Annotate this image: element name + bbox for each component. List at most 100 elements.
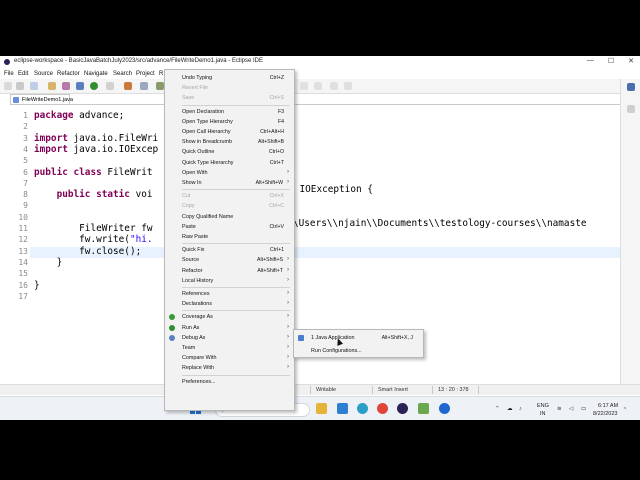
menu-item-quick-type-hierarchy[interactable]: Quick Type Hierarchy Ctrl+T xyxy=(165,158,294,168)
menu-item-undo-typing[interactable]: Undo Typing Ctrl+Z xyxy=(165,73,294,83)
menu-separator xyxy=(182,189,290,191)
code-line: fw.write("hi. xyxy=(34,234,152,245)
menu-item-shortcut: Ctrl+X xyxy=(269,193,284,200)
status-cursor-position: 13 : 20 : 378 xyxy=(438,387,469,393)
menu-item-label: Open Call Hierarchy xyxy=(182,129,231,135)
tab-label: FileWriteDemo1.java xyxy=(22,97,73,103)
menu-item-references[interactable]: References › xyxy=(165,289,294,299)
coverage-icon[interactable] xyxy=(76,82,84,90)
forward-icon[interactable] xyxy=(344,82,352,90)
eclipse-taskbar-icon[interactable] xyxy=(397,403,408,414)
menu-item-label: Show In xyxy=(182,180,202,186)
menu-project[interactable]: Project xyxy=(136,71,155,77)
new-java-project-icon[interactable] xyxy=(124,82,132,90)
menu-item-label: Open With xyxy=(182,169,208,176)
menu-item-debug-as[interactable]: Debug As › xyxy=(165,333,294,343)
menu-item-open-declaration[interactable]: Open Declaration F3 xyxy=(165,107,294,117)
chevron-up-icon[interactable]: ⌃ xyxy=(495,406,500,412)
menu-item-shortcut: Alt+Shift+S xyxy=(257,257,283,264)
wifi-icon[interactable]: ≋ xyxy=(557,406,562,412)
menu-file[interactable]: File xyxy=(4,71,14,77)
notification-bell-icon[interactable]: ◔ xyxy=(623,406,626,412)
chrome-icon[interactable] xyxy=(377,403,388,414)
annotation-next-icon[interactable] xyxy=(300,82,308,90)
menu-item-shortcut: Alt+Shift+T xyxy=(257,267,283,274)
status-writable: Writable xyxy=(316,387,337,393)
notepad-icon[interactable] xyxy=(418,403,429,414)
menu-run[interactable]: R xyxy=(159,71,163,77)
clock-time[interactable]: 6:17 AM xyxy=(598,403,618,409)
run-icon[interactable] xyxy=(90,82,98,90)
annotation-prev-icon[interactable] xyxy=(314,82,322,90)
speaker-tray-icon[interactable]: ♪ xyxy=(519,406,522,412)
tab-filewritedemo1[interactable]: FileWriteDemo1.java xyxy=(10,94,73,104)
debug-icon[interactable] xyxy=(62,82,70,90)
onedrive-icon[interactable]: ☁ xyxy=(507,406,513,412)
menu-item-run-as[interactable]: Run As › xyxy=(165,323,294,333)
clock-date[interactable]: 8/22/2023 xyxy=(593,411,617,417)
menu-item-declarations[interactable]: Declarations › xyxy=(165,299,294,309)
breakpoint-icon[interactable] xyxy=(48,82,56,90)
menu-item-show-in[interactable]: Show In Alt+Shift+W › xyxy=(165,178,294,188)
menu-item-run-configurations[interactable]: Run Configurations... xyxy=(294,346,423,356)
java-perspective-icon[interactable] xyxy=(627,83,635,91)
menu-search[interactable]: Search xyxy=(113,71,132,77)
line-number: 17 xyxy=(18,291,28,301)
line-number: 6 xyxy=(23,167,28,177)
save-icon[interactable] xyxy=(16,82,24,90)
code-token: } xyxy=(34,256,63,268)
menu-item-team[interactable]: Team › xyxy=(165,343,294,353)
menu-item-label: Refactor xyxy=(182,267,203,274)
open-type-icon[interactable] xyxy=(140,82,148,90)
keyword-token: public static xyxy=(56,189,130,201)
maximize-button[interactable]: ☐ xyxy=(608,57,614,65)
zoom-icon[interactable] xyxy=(439,403,450,414)
menu-item-show-in-breadcrumb[interactable]: Show in Breadcrumb Alt+Shift+B xyxy=(165,137,294,147)
language-indicator[interactable]: ENG xyxy=(537,403,549,409)
menu-item-label: Copy xyxy=(182,203,195,210)
code-token: java.io.FileWri xyxy=(67,132,159,144)
menu-item-open-type-hierarchy[interactable]: Open Type Hierarchy F4 xyxy=(165,117,294,127)
menu-item-local-history[interactable]: Local History › xyxy=(165,276,294,286)
menu-item-preferences[interactable]: Preferences... xyxy=(165,377,294,387)
menu-item-open-with[interactable]: Open With › xyxy=(165,168,294,178)
menu-item-compare-with[interactable]: Compare With › xyxy=(165,353,294,363)
battery-icon[interactable]: ▭ xyxy=(581,406,586,412)
menu-item-source[interactable]: Source Alt+Shift+S › xyxy=(165,255,294,265)
menu-edit[interactable]: Edit xyxy=(18,71,28,77)
volume-icon[interactable]: ◁ xyxy=(569,406,573,412)
keyword-token: public class xyxy=(34,166,102,178)
menu-item-raw-paste[interactable]: Raw Paste xyxy=(165,232,294,242)
menu-item-refactor[interactable]: Refactor Alt+Shift+T › xyxy=(165,266,294,276)
menu-item-coverage-as[interactable]: Coverage As › xyxy=(165,312,294,322)
file-explorer-icon[interactable] xyxy=(316,403,327,414)
menu-item-label: Open Type Hierarchy xyxy=(182,118,233,125)
menu-item-open-call-hierarchy[interactable]: Open Call Hierarchy Ctrl+Alt+H xyxy=(165,127,294,137)
search-toolbar-icon[interactable] xyxy=(156,82,164,90)
back-icon[interactable] xyxy=(330,82,338,90)
menu-item-java-application[interactable]: 1 Java Application Alt+Shift+X, J xyxy=(294,333,423,343)
store-icon[interactable] xyxy=(337,403,348,414)
menu-item-quick-outline[interactable]: Quick Outline Ctrl+O xyxy=(165,147,294,157)
line-number: 16 xyxy=(18,280,28,290)
toggle-icon[interactable] xyxy=(30,82,38,90)
menu-refactor[interactable]: Refactor xyxy=(57,71,80,77)
close-button[interactable]: ✕ xyxy=(628,57,634,65)
menu-item-quick-fix[interactable]: Quick Fix Ctrl+1 xyxy=(165,245,294,255)
status-bar: Writable Smart Insert 13 : 20 : 378 xyxy=(0,384,640,395)
external-tools-icon[interactable] xyxy=(106,82,114,90)
minimize-button[interactable]: — xyxy=(587,57,594,65)
keyword-token: import xyxy=(34,143,68,155)
menu-source[interactable]: Source xyxy=(34,71,53,77)
line-number: 9 xyxy=(23,201,28,211)
menu-item-replace-with[interactable]: Replace With › xyxy=(165,363,294,373)
new-icon[interactable] xyxy=(4,82,12,90)
region-indicator[interactable]: IN xyxy=(540,411,546,417)
minimize-view-icon[interactable] xyxy=(627,105,635,113)
code-token: } xyxy=(34,279,40,291)
edge-icon[interactable] xyxy=(357,403,368,414)
menu-navigate[interactable]: Navigate xyxy=(84,71,108,77)
menu-item-copy-qualified-name[interactable]: Copy Qualified Name xyxy=(165,212,294,222)
menu-item-paste[interactable]: Paste Ctrl+V xyxy=(165,222,294,232)
